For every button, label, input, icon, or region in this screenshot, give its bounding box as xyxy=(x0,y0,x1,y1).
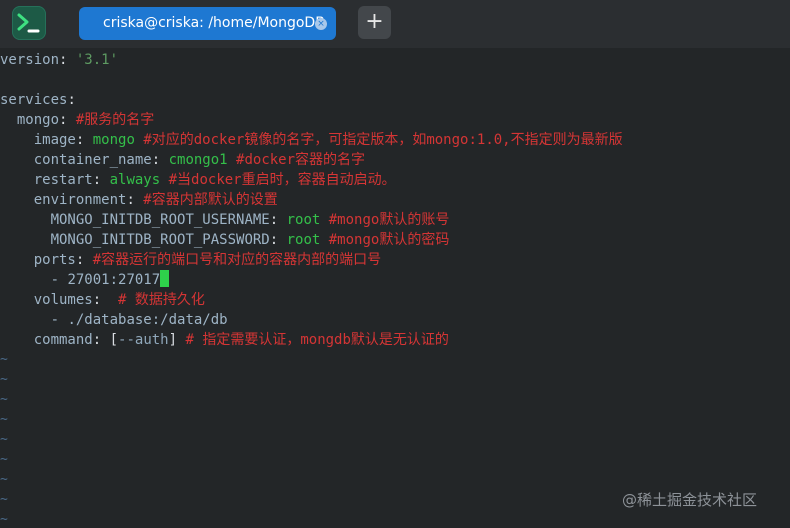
yaml-indent xyxy=(0,112,17,128)
yaml-value: cmongo1 xyxy=(168,152,228,168)
yaml-key: MONGO_INITDB_ROOT_USERNAME xyxy=(50,212,270,228)
yaml-comment: #容器运行的端口号和对应的容器内部的端口号 xyxy=(92,252,382,268)
empty-line-marker: ~ xyxy=(0,432,8,447)
yaml-indent xyxy=(0,152,34,168)
yaml-indent xyxy=(0,292,34,308)
yaml-comment: #docker容器的名字 xyxy=(227,152,366,168)
yaml-key: services xyxy=(0,92,68,108)
yaml-line-restart: restart: always #当docker重启时，容器自动启动。 xyxy=(0,170,396,190)
yaml-comment: #容器内部默认的设置 xyxy=(143,192,278,208)
yaml-line-container-name: container_name: cmongo1 #docker容器的名字 xyxy=(0,150,365,170)
terminal-icon[interactable] xyxy=(12,6,46,40)
yaml-dash: - xyxy=(50,272,68,288)
yaml-dash: - xyxy=(50,312,68,328)
yaml-value: mongo xyxy=(92,132,135,148)
yaml-colon: : xyxy=(269,232,287,248)
yaml-value: '3.1' xyxy=(75,52,119,68)
empty-line-marker: ~ xyxy=(0,372,8,387)
yaml-key: image xyxy=(33,132,76,148)
yaml-key: ports xyxy=(33,252,76,268)
yaml-colon: : xyxy=(75,132,93,148)
empty-line-marker: ~ xyxy=(0,352,8,367)
yaml-indent xyxy=(0,212,51,228)
yaml-line-volume-path: - ./database:/data/db xyxy=(0,310,228,330)
yaml-line-ports: ports: #容器运行的端口号和对应的容器内部的端口号 xyxy=(0,250,381,270)
yaml-value: 27001:27017 xyxy=(67,272,161,288)
close-icon[interactable]: × xyxy=(315,18,327,30)
empty-line-marker: ~ xyxy=(0,512,8,527)
yaml-value: root xyxy=(286,232,321,248)
yaml-comment: # 指定需要认证，mongdb默认是无认证的 xyxy=(177,332,449,348)
yaml-flag: --auth xyxy=(118,332,169,348)
watermark: @稀土掘金技术社区 xyxy=(622,491,758,509)
text-cursor xyxy=(160,270,170,287)
empty-line-marker: ~ xyxy=(0,492,8,507)
yaml-key: restart xyxy=(33,172,93,188)
empty-line-marker: ~ xyxy=(0,472,8,487)
yaml-indent xyxy=(0,232,51,248)
yaml-indent xyxy=(0,272,51,288)
yaml-key: MONGO_INITDB_ROOT_PASSWORD xyxy=(50,232,270,248)
yaml-line-port-mapping: - 27001:27017 xyxy=(0,270,170,290)
yaml-colon: : xyxy=(126,192,144,208)
yaml-line-environment: environment: #容器内部默认的设置 xyxy=(0,190,278,210)
yaml-line-image: image: mongo #对应的docker镜像的名字，可指定版本，如mong… xyxy=(0,130,623,150)
yaml-indent xyxy=(0,252,34,268)
yaml-colon: : xyxy=(67,92,76,108)
yaml-comment: #当docker重启时，容器自动启动。 xyxy=(160,172,396,188)
yaml-colon: : xyxy=(59,112,76,128)
yaml-comment: #服务的名字 xyxy=(75,112,155,128)
yaml-line-version: version: '3.1' xyxy=(0,50,118,70)
yaml-comment: # 数据持久化 xyxy=(118,292,205,308)
empty-line-marker: ~ xyxy=(0,392,8,407)
tab-title: criska@criska: /home/MongoDB xyxy=(103,15,325,31)
yaml-value: root xyxy=(286,212,321,228)
yaml-colon: : xyxy=(59,52,76,68)
new-tab-button[interactable]: + xyxy=(358,6,391,39)
yaml-colon: : xyxy=(75,252,93,268)
yaml-value: always xyxy=(109,172,161,188)
yaml-key: environment xyxy=(33,192,127,208)
title-bar: criska@criska: /home/MongoDB × + xyxy=(0,0,790,48)
yaml-key: container_name xyxy=(33,152,152,168)
yaml-line-mongo: mongo: #服务的名字 xyxy=(0,110,154,130)
yaml-indent xyxy=(0,172,34,188)
yaml-comment: #mongo默认的密码 xyxy=(320,232,450,248)
yaml-line-command: command: [--auth] # 指定需要认证，mongdb默认是无认证的 xyxy=(0,330,449,350)
yaml-line-root-username: MONGO_INITDB_ROOT_USERNAME: root #mongo默… xyxy=(0,210,450,230)
empty-line-marker: ~ xyxy=(0,412,8,427)
yaml-comment: #mongo默认的账号 xyxy=(320,212,450,228)
yaml-colon: : xyxy=(92,292,119,308)
yaml-key: version xyxy=(0,52,60,68)
yaml-indent xyxy=(0,332,34,348)
yaml-key: command xyxy=(33,332,93,348)
yaml-key: mongo xyxy=(16,112,60,128)
yaml-line-root-password: MONGO_INITDB_ROOT_PASSWORD: root #mongo默… xyxy=(0,230,450,250)
terminal-editor[interactable]: version: '3.1' services: mongo: #服务的名字 i… xyxy=(0,48,790,528)
yaml-indent xyxy=(0,132,34,148)
yaml-value: ./database:/data/db xyxy=(67,312,228,328)
empty-line-marker: ~ xyxy=(0,452,8,467)
yaml-line-volumes: volumes: # 数据持久化 xyxy=(0,290,205,310)
tab-terminal[interactable]: criska@criska: /home/MongoDB × xyxy=(79,7,336,40)
yaml-colon: : xyxy=(92,332,110,348)
terminal-prompt-icon xyxy=(17,13,40,33)
yaml-indent xyxy=(0,192,34,208)
yaml-bracket-close: ] xyxy=(168,332,178,348)
yaml-indent xyxy=(0,312,51,328)
yaml-colon: : xyxy=(92,172,110,188)
yaml-colon: : xyxy=(269,212,287,228)
yaml-key: volumes xyxy=(33,292,93,308)
yaml-colon: : xyxy=(151,152,169,168)
yaml-comment: #对应的docker镜像的名字，可指定版本，如mongo:1.0,不指定则为最新… xyxy=(134,132,623,148)
yaml-bracket-open: [ xyxy=(109,332,119,348)
yaml-line-services: services: xyxy=(0,90,76,110)
